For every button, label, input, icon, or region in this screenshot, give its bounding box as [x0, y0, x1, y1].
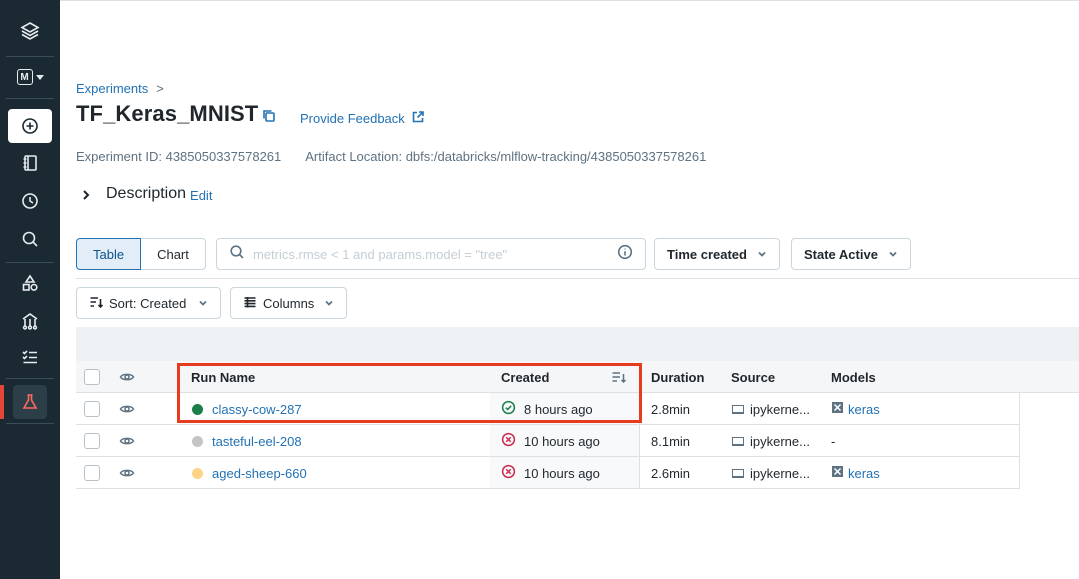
visibility-eye-icon[interactable] [119, 457, 135, 489]
run-source[interactable]: ipykerne... [750, 434, 810, 449]
run-duration: 8.1min [651, 433, 691, 449]
task-list-icon[interactable] [8, 340, 52, 374]
model-icon [831, 465, 848, 481]
run-search-box [216, 238, 646, 270]
copy-icon[interactable] [261, 108, 277, 124]
provide-feedback-label: Provide Feedback [300, 111, 405, 126]
row-checkbox[interactable] [84, 433, 100, 449]
sidebar-divider [6, 56, 54, 57]
columns-label: Columns [263, 295, 315, 311]
run-color-dot [192, 467, 203, 479]
search-icon[interactable] [8, 222, 52, 256]
state-dropdown[interactable]: State Active [791, 238, 911, 270]
recents-clock-icon[interactable] [8, 184, 52, 218]
provide-feedback-link[interactable]: Provide Feedback [300, 110, 425, 127]
left-sidebar: M [0, 0, 60, 579]
sort-label: Sort: Created [109, 295, 187, 311]
visibility-eye-icon[interactable] [119, 361, 135, 393]
models-shapes-icon[interactable] [8, 266, 52, 300]
description-edit-link[interactable]: Edit [190, 188, 212, 203]
row-checkbox[interactable] [84, 465, 100, 481]
new-plus-icon[interactable] [8, 109, 52, 143]
search-input[interactable] [253, 246, 609, 262]
breadcrumb-separator: > [156, 81, 164, 96]
workspace-switcher[interactable]: M [8, 60, 52, 94]
experiments-flask-icon[interactable] [0, 385, 60, 419]
description-section: Description Edit [80, 185, 212, 203]
experiment-metadata: Experiment ID: 4385050337578261 Artifact… [76, 149, 706, 164]
row-checkbox[interactable] [84, 401, 100, 417]
run-model-empty: - [831, 433, 836, 449]
error-x-icon [501, 464, 524, 482]
column-header-models[interactable]: Models [831, 361, 876, 393]
chevron-down-icon [35, 74, 44, 80]
experiment-id: Experiment ID: 4385050337578261 [76, 149, 282, 164]
columns-list-icon [243, 295, 257, 312]
artifact-location: Artifact Location: dbfs:/databricks/mlfl… [305, 149, 707, 164]
columns-button[interactable]: Columns [230, 287, 348, 319]
run-duration: 2.8min [651, 401, 691, 417]
run-source[interactable]: ipykerne... [750, 466, 810, 481]
visibility-eye-icon[interactable] [119, 393, 135, 425]
model-link[interactable]: keras [848, 466, 880, 481]
column-header-duration[interactable]: Duration [651, 361, 704, 393]
run-created: 10 hours ago [524, 465, 600, 481]
layers-logo-icon[interactable] [8, 14, 52, 48]
notebook-source-icon [732, 468, 744, 478]
visibility-eye-icon[interactable] [119, 425, 135, 457]
chart-view-button[interactable]: Chart [141, 238, 206, 270]
chevron-right-icon[interactable] [80, 188, 92, 200]
notebook-source-icon [732, 404, 744, 414]
table-row[interactable]: tasteful-eel-208 10 hours ago 8.1min ipy… [76, 425, 1020, 457]
time-created-dropdown[interactable]: Time created [654, 238, 780, 270]
model-link[interactable]: keras [848, 402, 880, 417]
sidebar-divider [6, 423, 54, 424]
run-name-link[interactable]: aged-sheep-660 [212, 466, 307, 481]
sidebar-divider [6, 378, 54, 379]
chevron-down-icon [324, 296, 334, 311]
table-view-button[interactable]: Table [76, 238, 142, 270]
state-label: State Active [804, 246, 878, 262]
chevron-down-icon [757, 247, 767, 262]
run-created: 10 hours ago [524, 433, 600, 449]
chevron-down-icon [888, 247, 898, 262]
feature-store-icon[interactable] [8, 304, 52, 338]
workspace-notebook-icon[interactable] [8, 146, 52, 180]
view-mode-toggle: Table Chart [76, 238, 206, 270]
highlight-box [177, 363, 642, 423]
breadcrumb: Experiments > [76, 81, 164, 96]
error-x-icon [501, 432, 524, 450]
description-title: Description [106, 185, 187, 202]
run-name-link[interactable]: tasteful-eel-208 [212, 434, 302, 449]
sort-icon [89, 295, 104, 312]
column-header-source[interactable]: Source [731, 361, 775, 393]
model-icon [831, 401, 848, 417]
info-icon[interactable] [617, 244, 633, 265]
table-row[interactable]: aged-sheep-660 10 hours ago 2.6min ipyke… [76, 457, 1020, 489]
column-divider [1019, 393, 1020, 489]
external-link-icon [411, 110, 425, 127]
breadcrumb-experiments-link[interactable]: Experiments [76, 81, 148, 96]
page-title: TF_Keras_MNIST [76, 101, 259, 126]
sort-button[interactable]: Sort: Created [76, 287, 222, 319]
sidebar-divider [6, 262, 54, 263]
notebook-source-icon [732, 436, 744, 446]
workspace-letter: M [16, 69, 33, 85]
run-source[interactable]: ipykerne... [750, 402, 810, 417]
top-border [60, 0, 1079, 1]
sidebar-divider [6, 98, 54, 99]
run-duration: 2.6min [651, 465, 691, 481]
table-group-header [76, 327, 1079, 361]
search-icon [229, 244, 245, 265]
run-color-dot [192, 435, 203, 447]
chevron-down-icon [198, 296, 208, 311]
select-all-checkbox[interactable] [84, 369, 100, 385]
time-created-label: Time created [667, 246, 747, 262]
controls-divider [76, 278, 1079, 279]
